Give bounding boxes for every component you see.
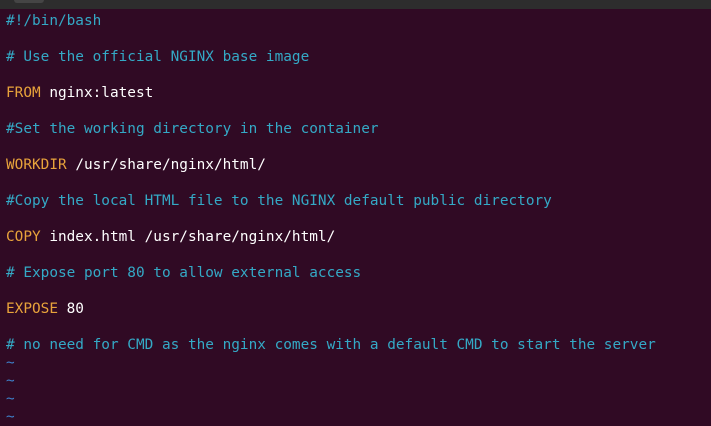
window-top-bar — [0, 0, 711, 9]
expose-keyword: EXPOSE — [6, 301, 58, 317]
copy-keyword: COPY — [6, 229, 41, 245]
cmd-comment-line[interactable]: # no need for CMD as the nginx comes wit… — [6, 336, 656, 354]
empty-line-marker: ~ — [6, 355, 15, 371]
base-image-comment-line[interactable]: # Use the official NGINX base image — [6, 48, 309, 66]
copy-args: index.html /usr/share/nginx/html/ — [40, 229, 336, 245]
workdir-args: /usr/share/nginx/html/ — [66, 157, 266, 173]
from-instruction-line[interactable]: FROM nginx:latest — [6, 84, 153, 102]
expose-instruction-line[interactable]: EXPOSE 80 — [6, 300, 84, 318]
empty-line-marker: ~ — [6, 409, 15, 425]
window-tab-handle — [14, 0, 44, 3]
vim-editor[interactable]: #!/bin/bash # Use the official NGINX bas… — [0, 9, 711, 425]
from-args: nginx:latest — [40, 85, 154, 101]
empty-line-marker: ~ — [6, 391, 15, 407]
expose-args: 80 — [57, 301, 84, 317]
expose-comment-line[interactable]: # Expose port 80 to allow external acces… — [6, 264, 361, 282]
workdir-keyword: WORKDIR — [6, 157, 67, 173]
empty-line-marker: ~ — [6, 373, 15, 389]
from-keyword: FROM — [6, 85, 41, 101]
shebang-comment-line[interactable]: #!/bin/bash — [6, 12, 101, 30]
copy-instruction-line[interactable]: COPY index.html /usr/share/nginx/html/ — [6, 228, 335, 246]
workdir-instruction-line[interactable]: WORKDIR /usr/share/nginx/html/ — [6, 156, 266, 174]
copy-comment-line[interactable]: #Copy the local HTML file to the NGINX d… — [6, 192, 552, 210]
workdir-comment-line[interactable]: #Set the working directory in the contai… — [6, 120, 379, 138]
